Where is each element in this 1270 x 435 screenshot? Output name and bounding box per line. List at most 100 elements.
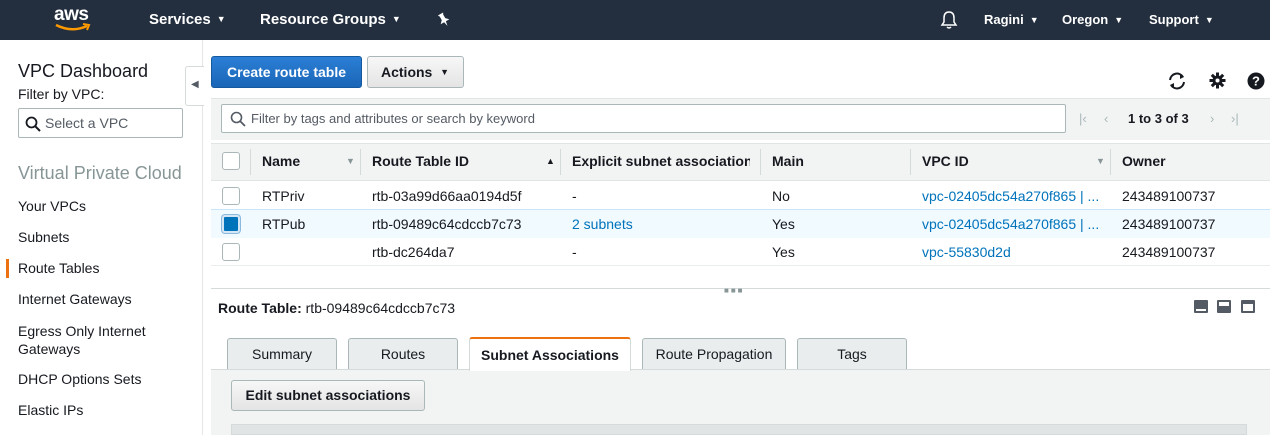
cell-main: Yes <box>772 216 795 232</box>
tab-subnet-associations[interactable]: Subnet Associations <box>469 337 631 371</box>
detail-value: rtb-09489c64cdccb7c73 <box>305 300 456 316</box>
chevron-left-icon: ◀ <box>191 79 199 90</box>
chevron-down-icon: ▼ <box>391 14 401 25</box>
pane-split-icon[interactable] <box>1217 300 1231 313</box>
detail-label: Route Table: <box>218 300 302 316</box>
column-divider <box>1110 149 1111 175</box>
cell-name <box>262 238 357 266</box>
sidebar-section-vpc: Virtual Private Cloud <box>18 163 182 183</box>
actions-label: Actions <box>381 64 433 80</box>
search-input[interactable]: Filter by tags and attributes or search … <box>221 104 1066 133</box>
tab-tags[interactable]: Tags <box>797 338 907 370</box>
user-label: Ragini <box>984 12 1024 27</box>
search-icon <box>230 111 246 127</box>
filter-by-vpc-label: Filter by VPC: <box>18 86 105 102</box>
column-header-route-table-id[interactable]: Route Table ID <box>372 143 542 181</box>
pin-icon[interactable] <box>437 0 451 40</box>
row-checkbox[interactable] <box>222 187 240 205</box>
sidebar-item-dhcp-options-sets[interactable]: DHCP Options Sets <box>18 371 141 387</box>
cell-owner: 243489100737 <box>1122 244 1216 260</box>
resource-groups-label: Resource Groups <box>260 11 386 28</box>
cell-owner: 243489100737 <box>1122 216 1216 232</box>
cell-owner: 243489100737 <box>1122 188 1216 204</box>
region-label: Oregon <box>1062 12 1109 27</box>
create-route-table-button[interactable]: Create route table <box>211 56 362 88</box>
sidebar-item-elastic-ips[interactable]: Elastic IPs <box>18 402 83 418</box>
column-divider <box>560 149 561 175</box>
cell-vpc-id-link[interactable]: vpc-02405dc54a270f865 | ... <box>922 210 1104 238</box>
resource-groups-menu[interactable]: Resource Groups ▼ <box>260 0 401 40</box>
column-divider <box>250 149 251 175</box>
smile-arrow-icon <box>55 23 91 31</box>
cell-explicit-subnets-link[interactable]: 2 subnets <box>572 210 752 238</box>
sidebar-item-route-tables[interactable]: Route Tables <box>5 259 99 278</box>
cell-explicit-subnets: - <box>572 244 577 260</box>
column-header-main[interactable]: Main <box>772 143 892 181</box>
svg-text:?: ? <box>1252 74 1260 89</box>
vpc-select-placeholder: Select a VPC <box>45 115 129 131</box>
sidebar-item-egress-only-internet-gateways[interactable]: Egress Only Internet Gateways <box>18 322 158 358</box>
cell-name: RTPub <box>262 216 306 232</box>
refresh-icon[interactable] <box>1167 72 1187 95</box>
cell-vpc-id-link[interactable]: vpc-02405dc54a270f865 | ... <box>922 182 1104 210</box>
first-page-icon[interactable]: |‹ <box>1079 104 1087 133</box>
support-label: Support <box>1149 12 1199 27</box>
actions-button[interactable]: Actions ▼ <box>367 56 464 88</box>
chevron-down-icon: ▼ <box>216 14 226 25</box>
pagination-count: 1 to 3 of 3 <box>1128 111 1189 126</box>
detail-title: Route Table: rtb-09489c64cdccb7c73 <box>218 300 455 316</box>
row-checkbox-checked[interactable] <box>222 215 240 233</box>
column-header-name[interactable]: Name <box>262 143 342 181</box>
row-checkbox[interactable] <box>222 243 240 261</box>
tab-route-propagation[interactable]: Route Propagation <box>642 338 786 370</box>
top-nav-bar: aws Services ▼ Resource Groups ▼ Ragini ▼ O… <box>0 0 1270 40</box>
column-divider <box>760 149 761 175</box>
support-menu[interactable]: Support ▼ <box>1149 0 1214 40</box>
cell-main: No <box>772 188 790 204</box>
cell-vpc-id-link[interactable]: vpc-55830d2d <box>922 238 1104 266</box>
sidebar-item-subnets[interactable]: Subnets <box>18 229 69 245</box>
column-header-owner[interactable]: Owner <box>1122 143 1262 181</box>
pane-minimize-icon[interactable] <box>1241 300 1255 313</box>
sort-ascending-icon[interactable]: ▲ <box>546 143 555 181</box>
sidebar-title[interactable]: VPC Dashboard <box>18 61 148 82</box>
prev-page-icon[interactable]: ‹ <box>1104 104 1108 133</box>
region-menu[interactable]: Oregon ▼ <box>1062 0 1123 40</box>
pane-maximize-icon[interactable] <box>1194 300 1208 313</box>
sidebar-item-internet-gateways[interactable]: Internet Gateways <box>18 291 132 307</box>
services-menu[interactable]: Services ▼ <box>149 0 226 40</box>
services-label: Services <box>149 11 211 28</box>
select-all-checkbox[interactable] <box>222 152 240 170</box>
cell-main: Yes <box>772 244 795 260</box>
cell-route-table-id: rtb-03a99d66aa0194d5f <box>372 188 522 204</box>
user-menu[interactable]: Ragini ▼ <box>984 0 1039 40</box>
bell-icon[interactable] <box>940 0 958 40</box>
gear-icon[interactable] <box>1209 72 1226 94</box>
associations-table-header <box>231 424 1247 435</box>
drag-handle-icon[interactable]: ■■■ <box>724 286 745 295</box>
sidebar-item-your-vpcs[interactable]: Your VPCs <box>18 198 86 214</box>
edit-subnet-associations-button[interactable]: Edit subnet associations <box>231 380 425 411</box>
search-placeholder: Filter by tags and attributes or search … <box>251 111 535 126</box>
chevron-down-icon: ▼ <box>440 67 449 77</box>
chevron-down-icon: ▼ <box>1204 14 1214 25</box>
tab-routes[interactable]: Routes <box>348 338 458 370</box>
tab-summary[interactable]: Summary <box>227 338 337 370</box>
chevron-down-icon: ▼ <box>1029 14 1039 25</box>
column-divider <box>910 149 911 175</box>
sort-caret-icon[interactable]: ▼ <box>346 143 355 181</box>
sidebar-collapse-toggle[interactable]: ◀ <box>185 66 204 106</box>
column-header-explicit-subnet-association[interactable]: Explicit subnet association <box>572 143 750 181</box>
chevron-down-icon: ▼ <box>1114 14 1124 25</box>
vpc-filter-select[interactable]: Select a VPC <box>18 108 183 138</box>
next-page-icon[interactable]: › <box>1210 104 1214 133</box>
column-divider <box>360 149 361 175</box>
last-page-icon[interactable]: ›| <box>1231 104 1239 133</box>
help-icon[interactable]: ? <box>1247 72 1265 95</box>
column-header-vpc-id[interactable]: VPC ID <box>922 143 1092 181</box>
aws-logo[interactable]: aws <box>54 3 96 37</box>
cell-route-table-id: rtb-09489c64cdccb7c73 <box>372 216 522 232</box>
search-icon <box>25 116 41 132</box>
sidebar: VPC Dashboard Filter by VPC: Select a VP… <box>0 40 203 435</box>
sort-caret-icon[interactable]: ▼ <box>1096 143 1105 181</box>
